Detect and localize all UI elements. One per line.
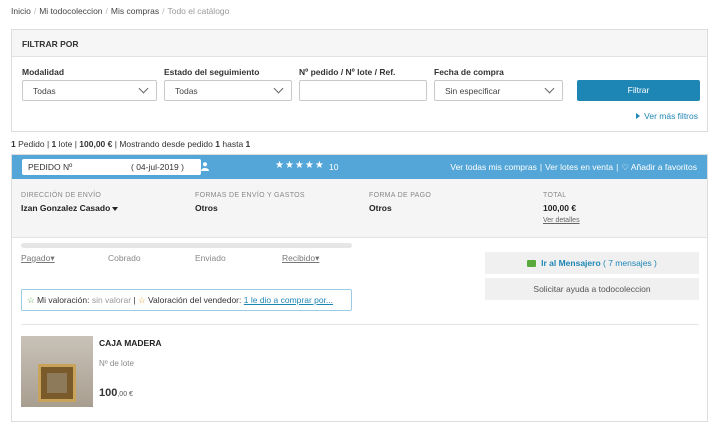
caret-down-icon bbox=[112, 206, 119, 211]
forma-pago-label: FORMA DE PAGO bbox=[369, 192, 432, 199]
order-card: PEDIDO Nº ( 04-jul-2019 ) ★★★★★ 10 Ver t… bbox=[11, 154, 708, 422]
product-image-frame bbox=[38, 364, 76, 402]
order-date: ( 04-jul-2019 ) bbox=[131, 162, 184, 172]
summary-total: 100,00 € bbox=[79, 139, 113, 149]
chevron-down-icon bbox=[273, 83, 284, 94]
chevron-down-icon bbox=[544, 83, 555, 94]
formas-envio-value: Otros bbox=[195, 203, 218, 213]
step-cobrado: Cobrado bbox=[108, 253, 141, 263]
summary-lote-word: lote bbox=[58, 139, 73, 149]
breadcrumb-current: Todo el catálogo bbox=[167, 6, 230, 16]
breadcrumb-separator: / bbox=[162, 6, 165, 16]
product-thumbnail[interactable] bbox=[21, 336, 93, 407]
modalidad-value: Todas bbox=[33, 86, 56, 96]
forma-pago-value: Otros bbox=[369, 203, 392, 213]
total-value: 100,00 € bbox=[543, 203, 577, 213]
ver-todas-compras-link[interactable]: Ver todas mis compras bbox=[450, 162, 536, 172]
filter-panel: FILTRAR POR Modalidad Todas Estado del s… bbox=[11, 29, 708, 132]
valoracion-vendedor-link[interactable]: 1 le dio a comprar por... bbox=[244, 295, 333, 305]
mensajero-count: ( 7 mensajes ) bbox=[603, 258, 657, 268]
divider bbox=[21, 324, 699, 325]
estado-select[interactable]: Todas bbox=[164, 80, 292, 101]
valoracion-box: ☆ Mi valoración: sin valorar | ☆ Valorac… bbox=[21, 289, 352, 311]
summary-desde: 1 bbox=[215, 139, 220, 149]
step-pagado[interactable]: Pagado▾ bbox=[21, 253, 55, 264]
estado-label: Estado del seguimiento bbox=[164, 67, 260, 77]
order-progress-track bbox=[21, 243, 352, 248]
ver-detalles-link[interactable]: Ver detalles bbox=[543, 217, 580, 224]
ver-mas-filtros-link[interactable]: Ver más filtros bbox=[636, 111, 698, 121]
direccion-label: DIRECCIÓN DE ENVÍO bbox=[21, 192, 102, 199]
step-recibido-label: Recibido bbox=[282, 253, 316, 263]
breadcrumb-separator: / bbox=[33, 6, 37, 16]
star-outline-icon: ☆ bbox=[137, 295, 146, 305]
product-title[interactable]: CAJA MADERA bbox=[99, 338, 162, 348]
total-label: TOTAL bbox=[543, 192, 567, 199]
triangle-right-icon bbox=[636, 113, 641, 119]
fecha-label: Fecha de compra bbox=[434, 67, 504, 77]
chevron-down-icon bbox=[138, 83, 149, 94]
fecha-value: Sin especificar bbox=[445, 86, 501, 96]
solicitar-ayuda-button[interactable]: Solicitar ayuda a todocoleccion bbox=[485, 278, 699, 300]
forma-pago: FORMA DE PAGO Otros bbox=[369, 192, 431, 213]
direccion-value[interactable]: Izan Gonzalez Casado bbox=[21, 203, 119, 213]
seller-rating-stars: ★★★★★ bbox=[275, 160, 325, 171]
product-price: 100,00 € bbox=[99, 387, 133, 399]
ver-lotes-venta-link[interactable]: Ver lotes en venta bbox=[545, 162, 613, 172]
ir-mensajero-button[interactable]: Ir al Mensajero ( 7 mensajes ) bbox=[485, 252, 699, 274]
product-image-inner bbox=[47, 373, 67, 393]
modalidad-label: Modalidad bbox=[22, 67, 65, 77]
pedido-input[interactable] bbox=[299, 80, 427, 101]
estado-value: Todas bbox=[175, 86, 198, 96]
step-recibido[interactable]: Recibido▾ bbox=[282, 253, 319, 264]
modalidad-select[interactable]: Todas bbox=[22, 80, 157, 101]
step-pagado-label: Pagado bbox=[21, 253, 51, 263]
filtrar-button[interactable]: Filtrar bbox=[577, 80, 700, 101]
order-header: PEDIDO Nº ( 04-jul-2019 ) ★★★★★ 10 Ver t… bbox=[12, 155, 707, 179]
summary-pedidos-count: 1 bbox=[11, 139, 16, 149]
summary-mostrando: Mostrando desde pedido bbox=[119, 139, 213, 149]
valoracion-vendedor-label: Valoración del vendedor: bbox=[147, 295, 242, 305]
order-number-label: PEDIDO Nº bbox=[28, 162, 73, 172]
order-number-pill: PEDIDO Nº ( 04-jul-2019 ) bbox=[22, 159, 201, 175]
link-separator: | bbox=[616, 162, 619, 172]
order-total: TOTAL 100,00 € Ver detalles bbox=[543, 192, 580, 224]
breadcrumb: Inicio / Mi todocoleccion / Mis compras / Todo… bbox=[11, 6, 229, 16]
mi-valoracion-label: Mi valoración: bbox=[37, 295, 90, 305]
direccion-envio: DIRECCIÓN DE ENVÍO Izan Gonzalez Casado bbox=[21, 192, 119, 213]
summary-hasta: 1 bbox=[245, 139, 251, 149]
product-price-integer: 100 bbox=[99, 387, 118, 399]
breadcrumb-separator: / bbox=[105, 6, 108, 16]
link-separator: | bbox=[539, 162, 543, 172]
fecha-select[interactable]: Sin especificar bbox=[434, 80, 563, 101]
star-outline-icon: ☆ bbox=[27, 295, 35, 305]
summary-hasta-word: hasta bbox=[222, 139, 244, 149]
product-price-decimals: ,00 € bbox=[117, 391, 133, 398]
ver-mas-filtros-label: Ver más filtros bbox=[644, 111, 698, 121]
anadir-favoritos-link[interactable]: Añadir a favoritos bbox=[631, 162, 697, 172]
mi-valoracion-value[interactable]: sin valorar bbox=[92, 295, 131, 305]
step-enviado: Enviado bbox=[195, 253, 226, 263]
order-header-links: Ver todas mis compras | Ver lotes en venta… bbox=[450, 162, 697, 173]
seller-rating-count[interactable]: 10 bbox=[329, 162, 338, 172]
order-info: DIRECCIÓN DE ENVÍO Izan Gonzalez Casado … bbox=[12, 179, 707, 238]
breadcrumb-mi-todocoleccion[interactable]: Mi todocoleccion bbox=[39, 6, 102, 16]
summary-lotes-count: 1 bbox=[51, 139, 57, 149]
breadcrumb-mis-compras[interactable]: Mis compras bbox=[111, 6, 159, 16]
summary-pedido-word: Pedido bbox=[18, 139, 45, 149]
formas-envio-label: FORMAS DE ENVÍO Y GASTOS bbox=[195, 192, 305, 199]
results-summary: 1 Pedido | 1 lote | 100,00 € | Mostrando… bbox=[11, 139, 251, 149]
direccion-name: Izan Gonzalez Casado bbox=[21, 203, 111, 213]
chat-icon bbox=[527, 260, 537, 268]
user-icon[interactable] bbox=[201, 162, 209, 171]
pedido-label: Nº pedido / Nº lote / Ref. bbox=[299, 67, 396, 77]
breadcrumb-inicio[interactable]: Inicio bbox=[11, 6, 31, 16]
mensajero-label: Ir al Mensajero bbox=[541, 258, 601, 268]
filter-title: FILTRAR POR bbox=[12, 30, 707, 57]
product-lote: Nº de lote bbox=[99, 359, 134, 368]
formas-envio: FORMAS DE ENVÍO Y GASTOS Otros bbox=[195, 192, 305, 213]
heart-icon: ♡ bbox=[621, 162, 629, 172]
